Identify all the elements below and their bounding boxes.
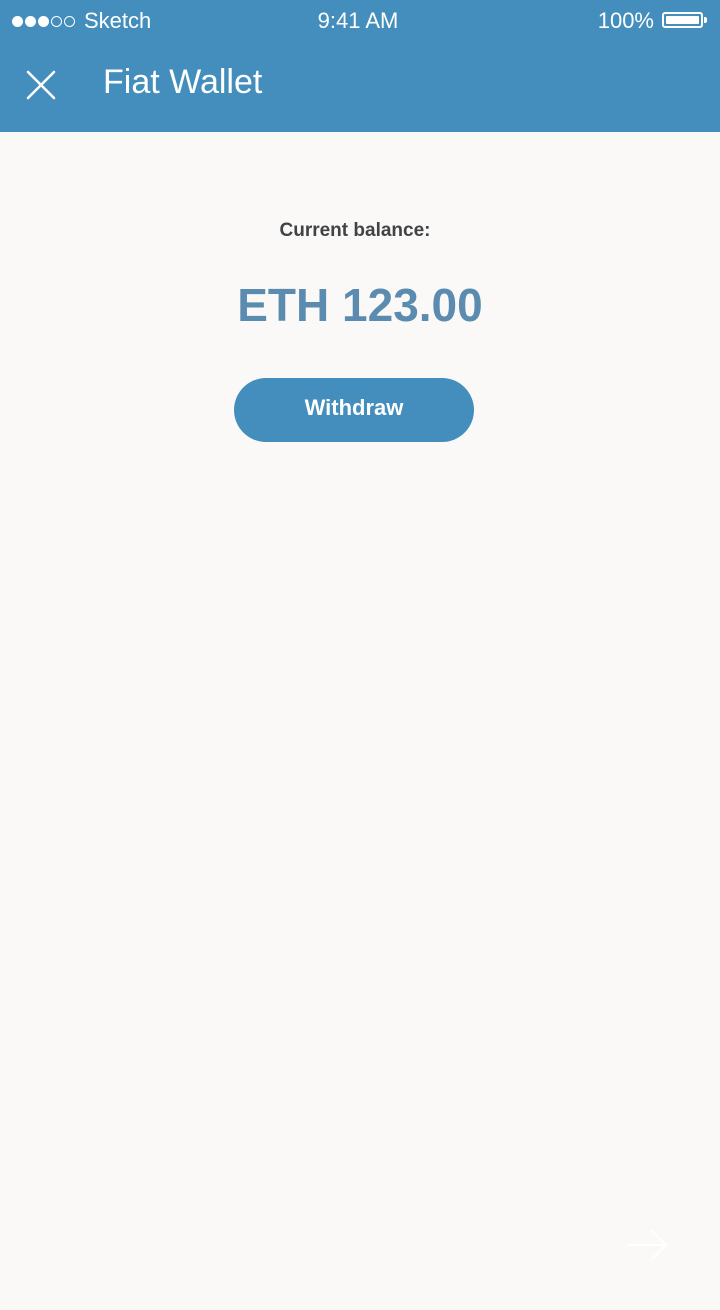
battery-fill	[666, 16, 699, 24]
battery-icon	[662, 12, 703, 28]
status-bar: Sketch 9:41 AM 100%	[0, 0, 720, 42]
app-header: Sketch 9:41 AM 100% Fiat Wallet	[0, 0, 720, 132]
battery-percent: 100%	[597, 8, 654, 33]
next-button[interactable]	[626, 1226, 670, 1264]
close-icon	[26, 70, 56, 100]
page-title: Fiat Wallet	[103, 63, 263, 101]
balance-amount: ETH 123.00	[237, 279, 483, 331]
battery-tip	[704, 17, 707, 23]
withdraw-button[interactable]: Withdraw	[234, 378, 474, 442]
balance-label: Current balance:	[279, 220, 431, 241]
close-button[interactable]	[22, 66, 60, 104]
arrow-right-icon	[628, 1230, 667, 1260]
